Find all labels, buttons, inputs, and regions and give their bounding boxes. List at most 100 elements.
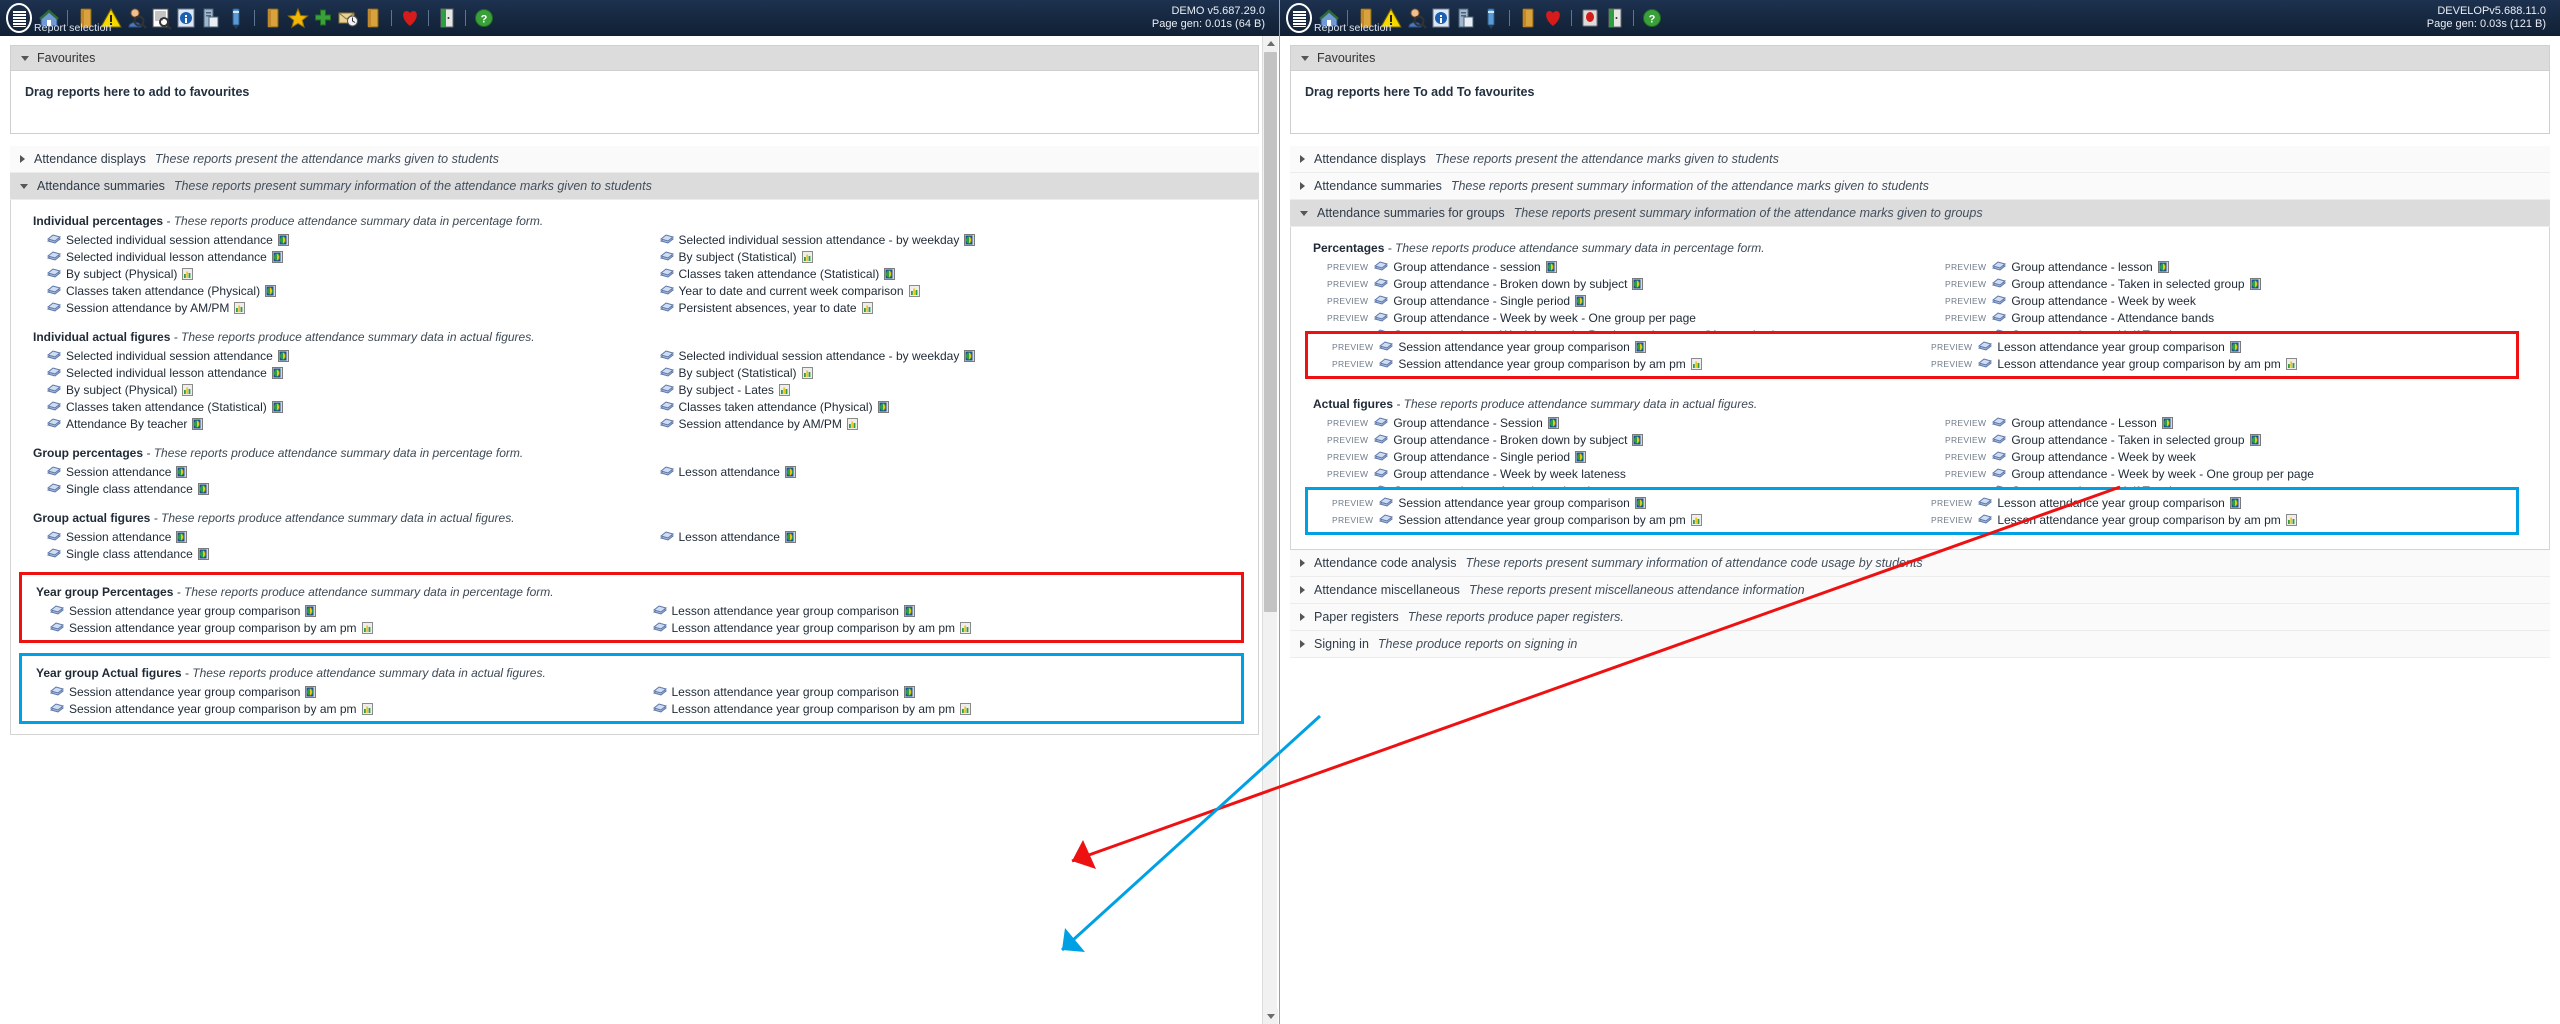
report-link[interactable]: PREVIEW Group attendance - Week by week -… (1313, 309, 1931, 326)
report-link[interactable]: Session attendance by AM/PM (646, 415, 1259, 432)
bar-chart-icon[interactable] (2285, 357, 2297, 370)
preview-link[interactable]: PREVIEW (1931, 359, 1972, 369)
report-link[interactable]: PREVIEW Session attendance year group com… (1318, 355, 1917, 372)
preview-link[interactable]: PREVIEW (1327, 435, 1368, 445)
report-link[interactable]: Selected individual session attendance -… (646, 347, 1259, 364)
bar-chart-icon[interactable] (960, 621, 971, 634)
report-link[interactable]: Selected individual session attendance -… (646, 231, 1259, 248)
stop-icon[interactable] (1579, 6, 1601, 30)
folder-icon[interactable] (1517, 6, 1539, 30)
accordion-attendance-summaries-for-groups[interactable]: Attendance summaries for groups These rep… (1290, 200, 2550, 227)
bar-chart-icon[interactable] (2285, 513, 2297, 526)
globe-doc-icon[interactable] (305, 685, 317, 698)
report-link[interactable]: Selected individual session attendance (33, 347, 646, 364)
globe-doc-icon[interactable] (1634, 340, 1646, 353)
report-link[interactable]: Session attendance (33, 528, 646, 545)
preview-link[interactable]: PREVIEW (1945, 262, 1986, 272)
pen-icon[interactable] (1480, 6, 1502, 30)
right-favourites-dropzone[interactable]: Drag reports here To add To favourites (1291, 71, 2549, 133)
left-scrollbar[interactable] (1262, 36, 1278, 1024)
student-search-icon[interactable] (125, 6, 147, 30)
preview-link[interactable]: PREVIEW (1945, 418, 1986, 428)
report-link[interactable]: Session attendance by AM/PM (33, 299, 646, 316)
bar-chart-icon[interactable] (801, 366, 813, 379)
report-link[interactable]: PREVIEW Session attendance year group com… (1318, 494, 1917, 511)
globe-doc-icon[interactable] (271, 400, 283, 413)
preview-link[interactable]: PREVIEW (1931, 515, 1972, 525)
globe-doc-icon[interactable] (197, 547, 209, 560)
bar-chart-icon[interactable] (361, 621, 373, 634)
preview-link[interactable]: PREVIEW (1332, 359, 1373, 369)
report-link[interactable]: Lesson attendance year group comparison (639, 683, 1242, 700)
globe-doc-icon[interactable] (271, 366, 283, 379)
globe-doc-icon[interactable] (176, 530, 188, 543)
globe-doc-icon[interactable] (903, 685, 915, 698)
report-link[interactable]: By subject (Physical) (33, 265, 646, 282)
accordion-attendance-summaries[interactable]: Attendance summaries These reports presen… (10, 173, 1259, 200)
report-link[interactable]: PREVIEW Session attendance year group com… (1318, 511, 1917, 528)
report-link[interactable]: PREVIEW Group attendance - Single period (1313, 292, 1931, 309)
report-link[interactable]: PREVIEW Group attendance - session (1313, 258, 1931, 275)
student-search-icon[interactable] (1405, 6, 1427, 30)
globe-doc-icon[interactable] (176, 465, 188, 478)
globe-doc-icon[interactable] (197, 482, 209, 495)
globe-doc-icon[interactable] (964, 349, 976, 362)
report-link[interactable]: PREVIEW Group attendance - Broken down by… (1313, 275, 1931, 292)
globe-doc-icon[interactable] (305, 604, 317, 617)
report-link[interactable]: Session attendance year group comparison (36, 683, 639, 700)
left-favourites-header[interactable]: Favourites (11, 46, 1258, 71)
bar-chart-icon[interactable] (361, 702, 373, 715)
report-link[interactable]: Session attendance year group comparison (36, 602, 639, 619)
preview-link[interactable]: PREVIEW (1327, 279, 1368, 289)
globe-doc-icon[interactable] (2157, 260, 2169, 273)
globe-doc-icon[interactable] (277, 349, 289, 362)
preview-link[interactable]: PREVIEW (1931, 498, 1972, 508)
bar-chart-icon[interactable] (778, 383, 790, 396)
report-link[interactable]: By subject - Lates (646, 381, 1259, 398)
globe-doc-icon[interactable] (1547, 416, 1559, 429)
bar-chart-icon[interactable] (182, 383, 194, 396)
globe-doc-icon[interactable] (2249, 433, 2261, 446)
left-favourites-dropzone[interactable]: Drag reports here to add to favourites (11, 71, 1258, 133)
report-link[interactable]: Year to date and current week comparison (646, 282, 1259, 299)
preview-link[interactable]: PREVIEW (1945, 435, 1986, 445)
report-link[interactable]: Session attendance year group comparison… (36, 619, 639, 636)
globe-doc-icon[interactable] (2229, 496, 2241, 509)
globe-doc-icon[interactable] (1575, 294, 1587, 307)
menu-icon[interactable] (6, 3, 32, 33)
report-link[interactable]: PREVIEW Lesson attendance year group comp… (1917, 494, 2516, 511)
report-link[interactable]: Lesson attendance year group comparison … (639, 700, 1242, 717)
bar-chart-icon[interactable] (182, 267, 194, 280)
bar-chart-icon[interactable] (801, 250, 813, 263)
server-icon[interactable] (200, 6, 222, 30)
preview-link[interactable]: PREVIEW (1931, 342, 1972, 352)
report-link[interactable]: PREVIEW Group attendance - Broken down by… (1313, 431, 1931, 448)
globe-doc-icon[interactable] (784, 465, 796, 478)
globe-doc-icon[interactable] (1632, 433, 1644, 446)
report-link[interactable]: PREVIEW Group attendance - Week by week -… (1931, 465, 2549, 482)
preview-link[interactable]: PREVIEW (1332, 515, 1373, 525)
preview-link[interactable]: PREVIEW (1332, 498, 1373, 508)
report-link[interactable]: PREVIEW Group attendance - Week by week l… (1313, 465, 1931, 482)
scroll-up-arrow[interactable] (1263, 36, 1278, 51)
preview-link[interactable]: PREVIEW (1945, 469, 1986, 479)
report-link[interactable]: PREVIEW Group attendance - Lesson (1931, 414, 2549, 431)
report-link[interactable]: Session attendance year group comparison… (36, 700, 639, 717)
accordion-attendance-miscellaneous[interactable]: Attendance miscellaneous These reports pr… (1290, 577, 2550, 604)
preview-link[interactable]: PREVIEW (1327, 418, 1368, 428)
clock-mail-icon[interactable] (337, 6, 359, 30)
report-link[interactable]: PREVIEW Group attendance - Week by week (1931, 292, 2549, 309)
globe-doc-icon[interactable] (265, 284, 277, 297)
register-search-icon[interactable] (150, 6, 172, 30)
preview-link[interactable]: PREVIEW (1945, 279, 1986, 289)
preview-link[interactable]: PREVIEW (1327, 469, 1368, 479)
info-icon[interactable] (1430, 6, 1452, 30)
scroll-down-arrow[interactable] (1263, 1009, 1278, 1024)
report-link[interactable]: Single class attendance (33, 545, 646, 562)
server-icon[interactable] (1455, 6, 1477, 30)
globe-doc-icon[interactable] (1575, 450, 1587, 463)
report-link[interactable]: By subject (Physical) (33, 381, 646, 398)
report-link[interactable]: Session attendance (33, 463, 646, 480)
report-link[interactable]: PREVIEW Group attendance - Week by week (1931, 448, 2549, 465)
help-icon[interactable]: ? (1641, 6, 1663, 30)
